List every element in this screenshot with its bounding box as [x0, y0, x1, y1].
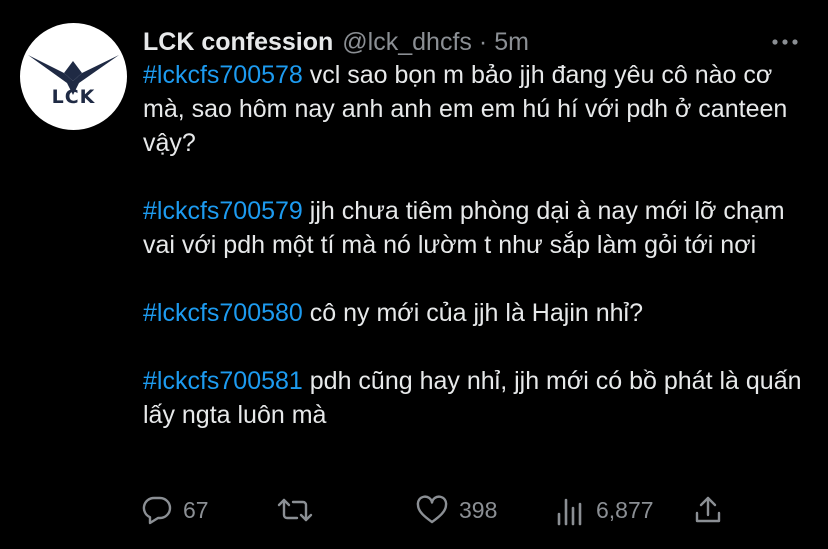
reply-bubble-icon [142, 496, 172, 525]
confession-paragraph: #lckcfs700581 pdh cũng hay nhỉ, jjh mới … [143, 364, 813, 432]
retweet-button[interactable] [275, 488, 325, 532]
hashtag-link[interactable]: #lckcfs700581 [143, 367, 303, 395]
more-options-button[interactable] [770, 32, 800, 52]
display-name[interactable]: LCK confession [143, 28, 333, 57]
avatar[interactable]: LCK [20, 23, 127, 130]
confession-paragraph: #lckcfs700580 cô ny mới của jjh là Hajin… [143, 296, 813, 330]
reply-count: 67 [183, 496, 209, 523]
hashtag-link[interactable]: #lckcfs700580 [143, 299, 303, 327]
tweet[interactable]: LCK LCK confession @lck_dhcfs · 5m #lckc… [0, 0, 828, 549]
like-count: 398 [459, 496, 498, 523]
retweet-icon [277, 498, 313, 522]
user-handle[interactable]: @lck_dhcfs [342, 28, 472, 57]
avatar-logo-text: LCK [52, 86, 96, 108]
confession-paragraph: #lckcfs700578 vcl sao bọn m bảo jjh đang… [143, 58, 813, 160]
views-bars-icon [557, 498, 582, 526]
tweet-text: #lckcfs700578 vcl sao bọn m bảo jjh đang… [143, 58, 813, 432]
heart-icon [416, 495, 448, 524]
like-button[interactable]: 398 [415, 488, 497, 532]
share-upload-icon [695, 496, 721, 523]
confession-text: cô ny mới của jjh là Hajin nhỉ? [302, 299, 643, 327]
views-button[interactable]: 6,877 [556, 488, 654, 532]
confession-paragraph: #lckcfs700579 jjh chưa tiêm phòng dại à … [143, 194, 813, 262]
more-dots-icon [772, 39, 798, 45]
lck-logo-icon: LCK [28, 55, 119, 108]
action-bar: 67 398 6,877 [0, 488, 828, 532]
dot-separator: · [478, 27, 488, 56]
tweet-header: LCK confession @lck_dhcfs · 5m [143, 25, 529, 59]
reply-button[interactable]: 67 [141, 488, 209, 532]
hashtag-link[interactable]: #lckcfs700579 [143, 197, 303, 225]
hashtag-link[interactable]: #lckcfs700578 [143, 61, 303, 89]
timestamp[interactable]: 5m [494, 28, 529, 57]
views-count: 6,877 [596, 496, 654, 523]
share-button[interactable] [693, 488, 723, 532]
